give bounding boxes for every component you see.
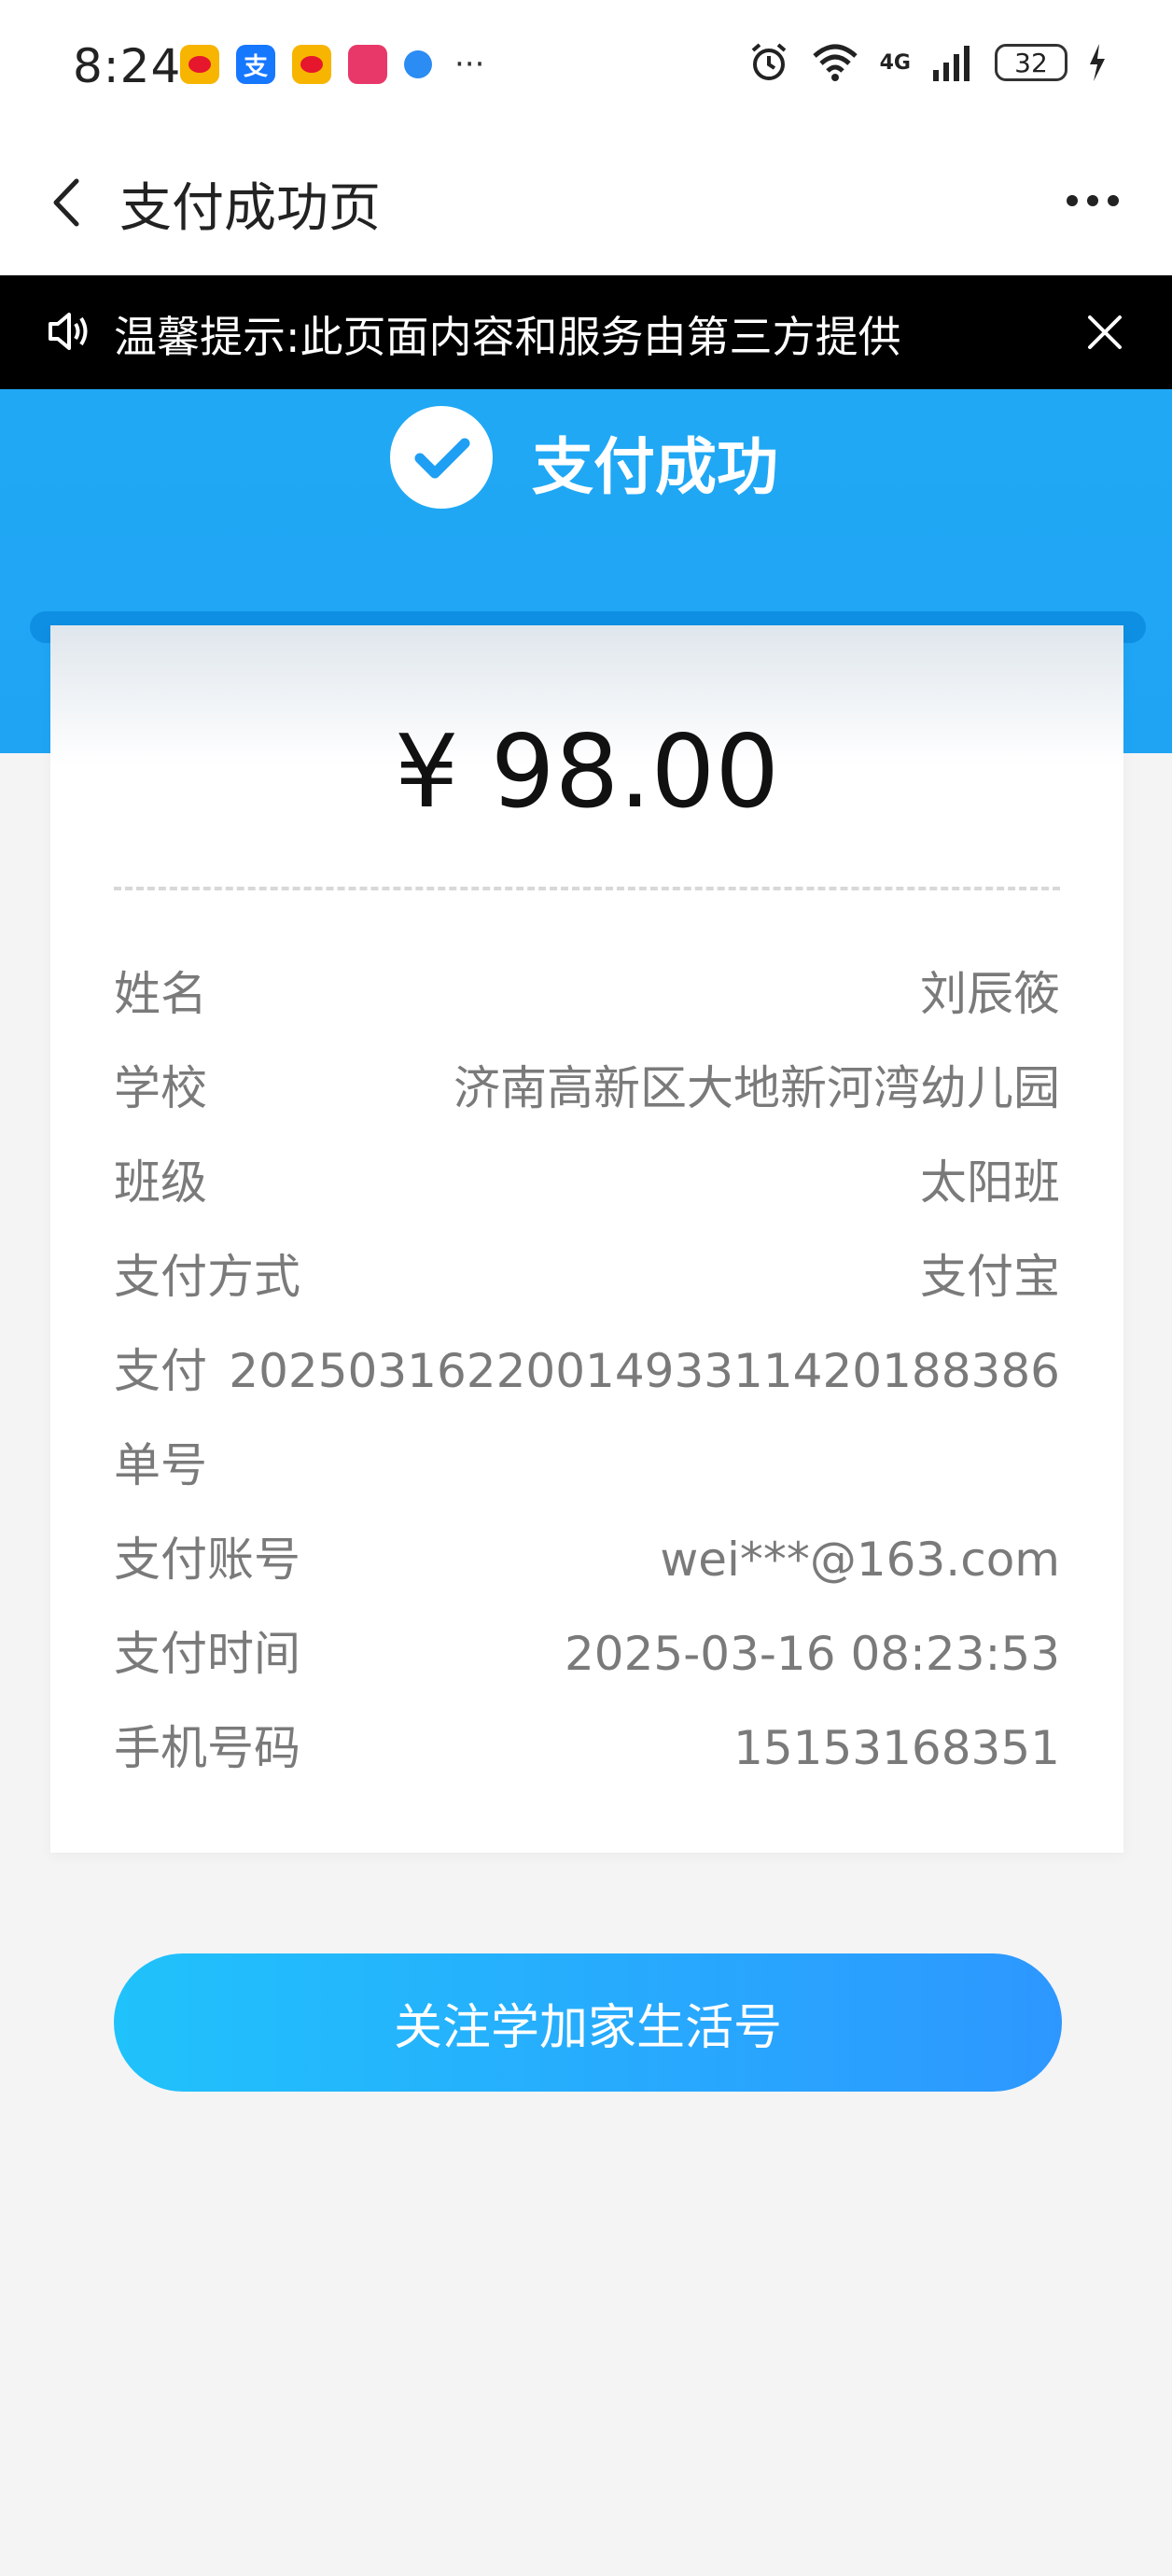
receipt-card: ¥ 98.00 姓名 刘辰筱 学校 济南高新区大地新河湾幼儿园 班级 太阳班 支… bbox=[50, 625, 1123, 1853]
receipt-details: 姓名 刘辰筱 学校 济南高新区大地新河湾幼儿园 班级 太阳班 支付方式 支付宝 … bbox=[114, 947, 1060, 1796]
status-app-icons: 支 ··· bbox=[180, 45, 484, 84]
close-icon bbox=[1088, 315, 1122, 349]
follow-life-account-button[interactable]: 关注学加家生活号 bbox=[114, 1953, 1062, 2092]
battery-icon: 32 bbox=[995, 44, 1067, 81]
charging-icon bbox=[1090, 44, 1105, 81]
more-options-button[interactable] bbox=[1060, 182, 1125, 219]
detail-row-account: 支付账号 wei***@163.com bbox=[114, 1513, 1060, 1607]
back-button[interactable] bbox=[37, 170, 103, 235]
notice-text: 温馨提示:此页面内容和服务由第三方提供 bbox=[114, 312, 901, 362]
notice-banner: 温馨提示:此页面内容和服务由第三方提供 bbox=[0, 275, 1172, 389]
detail-label: 支付账号 bbox=[114, 1533, 300, 1587]
detail-row-name: 姓名 刘辰筱 bbox=[114, 947, 1060, 1042]
detail-row-order-number: 支付单号 2025031622001493311420188386 bbox=[114, 1324, 1060, 1513]
detail-value: 刘辰筱 bbox=[920, 967, 1060, 1021]
detail-row-payment-method: 支付方式 支付宝 bbox=[114, 1230, 1060, 1324]
detail-value: 太阳班 bbox=[920, 1155, 1060, 1210]
more-dot bbox=[1067, 195, 1078, 206]
detail-label: 支付方式 bbox=[114, 1250, 300, 1304]
more-notifications-icon: ··· bbox=[454, 46, 485, 83]
signal-icon bbox=[933, 46, 970, 81]
detail-row-class: 班级 太阳班 bbox=[114, 1136, 1060, 1230]
status-indicators: 4G 32 bbox=[747, 41, 1107, 84]
status-bar: 8:24 支 ··· 4G 32 bbox=[0, 0, 1172, 131]
wifi-icon bbox=[812, 44, 858, 81]
alarm-icon bbox=[751, 43, 786, 80]
detail-value: 2025031622001493311420188386 bbox=[229, 1344, 1060, 1398]
detail-value: wei***@163.com bbox=[660, 1533, 1060, 1587]
detail-row-time: 支付时间 2025-03-16 08:23:53 bbox=[114, 1607, 1060, 1701]
dashed-divider bbox=[114, 887, 1060, 890]
detail-value: 2025-03-16 08:23:53 bbox=[564, 1627, 1060, 1681]
status-time: 8:24 bbox=[73, 39, 182, 93]
detail-row-phone: 手机号码 15153168351 bbox=[114, 1701, 1060, 1796]
more-dot bbox=[1087, 195, 1098, 206]
network-type: 4G bbox=[879, 50, 911, 75]
more-dot bbox=[1108, 195, 1119, 206]
detail-row-school: 学校 济南高新区大地新河湾幼儿园 bbox=[114, 1042, 1060, 1136]
detail-label: 支付时间 bbox=[114, 1627, 300, 1681]
success-title: 支付成功 bbox=[532, 431, 778, 503]
battery-level: 32 bbox=[1014, 47, 1048, 78]
detail-label: 支付单号 bbox=[114, 1344, 207, 1492]
check-circle-icon bbox=[390, 406, 493, 509]
detail-value: 15153168351 bbox=[733, 1721, 1060, 1775]
notice-close-button[interactable] bbox=[1079, 306, 1131, 358]
detail-label: 姓名 bbox=[114, 967, 207, 1021]
nav-bar: 支付成功页 bbox=[0, 131, 1172, 275]
blue-dot-icon bbox=[404, 50, 432, 78]
detail-label: 学校 bbox=[114, 1061, 207, 1115]
detail-label: 手机号码 bbox=[114, 1721, 300, 1775]
detail-label: 班级 bbox=[114, 1155, 207, 1210]
speaker-icon bbox=[49, 313, 88, 350]
pink-app-icon bbox=[348, 45, 387, 84]
alipay-icon: 支 bbox=[236, 45, 275, 84]
chevron-left-icon bbox=[53, 178, 79, 227]
page-title: 支付成功页 bbox=[119, 178, 381, 239]
weibo-icon bbox=[180, 45, 219, 84]
detail-value: 济南高新区大地新河湾幼儿园 bbox=[453, 1061, 1060, 1115]
payment-amount: ¥ 98.00 bbox=[394, 714, 780, 831]
weibo-icon bbox=[292, 45, 331, 84]
detail-value: 支付宝 bbox=[920, 1250, 1060, 1304]
